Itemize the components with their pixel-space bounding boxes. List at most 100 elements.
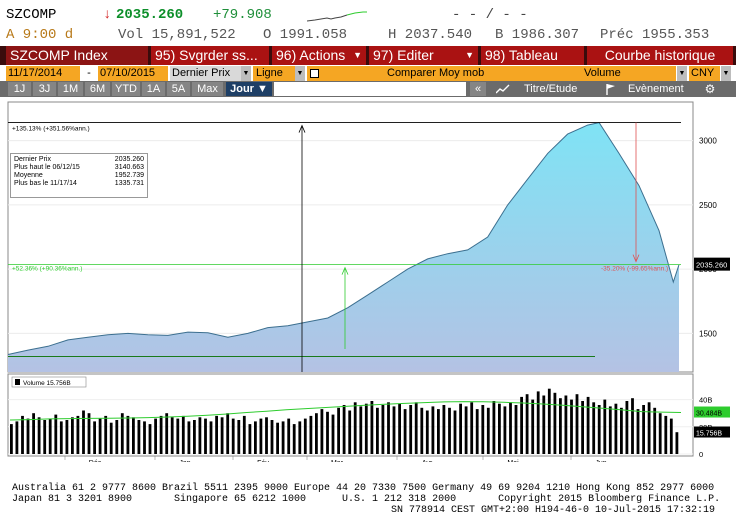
period-button-1a[interactable]: 1A xyxy=(142,82,165,96)
volume-bar xyxy=(675,432,679,454)
volume-bar xyxy=(137,420,141,454)
volume-bar xyxy=(669,418,673,454)
footer-phone-line1: Australia 61 2 9777 8600 Brazil 5511 239… xyxy=(12,483,715,494)
period-button-ytd[interactable]: YTD xyxy=(112,82,140,96)
volume-bar xyxy=(320,409,324,454)
volume-bar xyxy=(287,418,291,454)
chevron-down-icon: ▼ xyxy=(465,50,474,60)
volume-bar xyxy=(342,405,346,454)
study-button[interactable]: Titre/Etude xyxy=(490,82,590,96)
volume-bar xyxy=(403,409,407,454)
period-button-5a[interactable]: 5A xyxy=(167,82,190,96)
date-separator: - xyxy=(82,66,96,81)
legend-value: 1952.739 xyxy=(114,172,144,179)
collapse-button[interactable]: « xyxy=(470,82,486,96)
volume-bar xyxy=(148,424,152,454)
volume-bar xyxy=(220,417,224,454)
ticker-bar: SZCOMP ↓ 2035.260 +79.908 - - / - - xyxy=(0,7,736,24)
volume-bar xyxy=(237,420,241,454)
volume-bar xyxy=(437,409,440,454)
edit-menu[interactable]: 97) Editer ▼ xyxy=(369,46,478,65)
volume-bar xyxy=(520,396,523,454)
volume-bar xyxy=(265,417,268,454)
style-select[interactable]: Ligne xyxy=(253,66,295,81)
volume-value: Vol 15,891,522 xyxy=(118,27,236,43)
volume-bar xyxy=(165,413,169,454)
volume-bar xyxy=(498,403,501,454)
volume-bar xyxy=(126,415,130,454)
mid-annotation-label: +52.36% (+90.36%ann.) xyxy=(12,266,82,273)
frequency-select[interactable]: Jour ▼ xyxy=(226,82,272,96)
volume-bar xyxy=(26,418,30,454)
volume-bar xyxy=(636,409,640,454)
table-button[interactable]: 98) Tableau xyxy=(481,46,584,65)
period-button-6m[interactable]: 6M xyxy=(85,82,110,96)
volume-bar xyxy=(176,418,180,454)
start-date-field[interactable]: 11/17/2014 xyxy=(6,66,80,81)
field-label: Dernier Prix xyxy=(172,67,231,79)
volume-bar xyxy=(387,402,390,454)
period-button-max[interactable]: Max xyxy=(192,82,223,96)
volume-bar xyxy=(170,417,174,454)
x-tick-label: Mar xyxy=(331,460,344,462)
compare-checkbox[interactable] xyxy=(310,69,319,78)
legend-value: 1335.731 xyxy=(114,180,144,187)
volume-bar xyxy=(592,402,596,454)
volume-bar xyxy=(603,399,607,454)
event-label: Evènement xyxy=(628,83,684,95)
chevron-down-icon[interactable]: ▼ xyxy=(241,66,251,81)
volume-bar xyxy=(259,418,263,454)
chevron-down-icon[interactable]: ▼ xyxy=(677,66,687,81)
volume-bar xyxy=(104,415,108,454)
save-button[interactable]: 95) Svgrder ss... xyxy=(151,46,269,65)
volume-bar xyxy=(575,394,579,454)
volume-bar xyxy=(470,402,474,454)
y-tick-label: 2500 xyxy=(699,201,717,210)
period-button-3j[interactable]: 3J xyxy=(33,82,56,96)
period-button-1m[interactable]: 1M xyxy=(58,82,83,96)
last-price-tag-label: 2035.260 xyxy=(696,261,727,270)
period-button-1j[interactable]: 1J xyxy=(8,82,31,96)
volume-bar xyxy=(459,403,462,454)
volume-bar xyxy=(359,406,363,454)
volume-bar xyxy=(270,420,274,454)
volume-bar xyxy=(581,401,584,454)
chevron-down-icon[interactable]: ▼ xyxy=(295,66,305,81)
sparkline-placeholder: - - / - - xyxy=(452,7,528,23)
volume-bar xyxy=(653,407,657,454)
actions-menu[interactable]: 96) Actions ▼ xyxy=(272,46,366,65)
legend-label: Plus haut le 06/12/15 xyxy=(14,164,80,171)
field-select[interactable]: Dernier Prix xyxy=(170,66,241,81)
volume-bar xyxy=(309,415,313,454)
end-date-field[interactable]: 07/10/2015 xyxy=(98,66,168,81)
currency-select[interactable]: CNY xyxy=(689,66,720,81)
volume-bar xyxy=(82,410,85,454)
compare-label: Comparer Moy mob xyxy=(387,67,485,79)
volume-bar xyxy=(425,410,429,454)
edit-label: 97) Editer xyxy=(373,47,434,63)
volume-bar xyxy=(586,396,590,454)
index-label: SZCOMP Index xyxy=(6,46,148,65)
volume-tick-label: 0 xyxy=(699,450,703,459)
volume-bar xyxy=(54,414,58,454)
search-field[interactable] xyxy=(274,82,466,96)
volume-bar xyxy=(564,395,568,454)
gear-icon[interactable]: ⚙ xyxy=(703,82,717,96)
drop-annotation-label: -35.20% (-99.65%ann.) xyxy=(601,266,668,273)
legend-row: Plus haut le 06/12/15 3140.663 xyxy=(14,164,144,172)
x-tick-label: Fév xyxy=(257,460,269,462)
legend-value: 3140.663 xyxy=(114,164,144,171)
volume-bar xyxy=(608,406,612,454)
event-button[interactable]: Evènement xyxy=(598,82,694,96)
volume-bar xyxy=(536,391,540,454)
x-axis: DécJanFévMarAvrMaiJun20142015 xyxy=(64,456,607,462)
quote-details-bar: A 9:00 d Vol 15,891,522 O 1991.058 H 203… xyxy=(0,27,736,44)
ticker-symbol: SZCOMP xyxy=(6,7,57,23)
volume-bar xyxy=(326,411,329,454)
volume-bar xyxy=(198,417,202,454)
volume-bar xyxy=(514,405,518,454)
x-tick-label: Avr xyxy=(422,460,433,462)
chevron-down-icon[interactable]: ▼ xyxy=(721,66,731,81)
volume-select[interactable]: Volume xyxy=(582,66,676,81)
compare-field[interactable]: Comparer Moy mob xyxy=(307,66,582,81)
